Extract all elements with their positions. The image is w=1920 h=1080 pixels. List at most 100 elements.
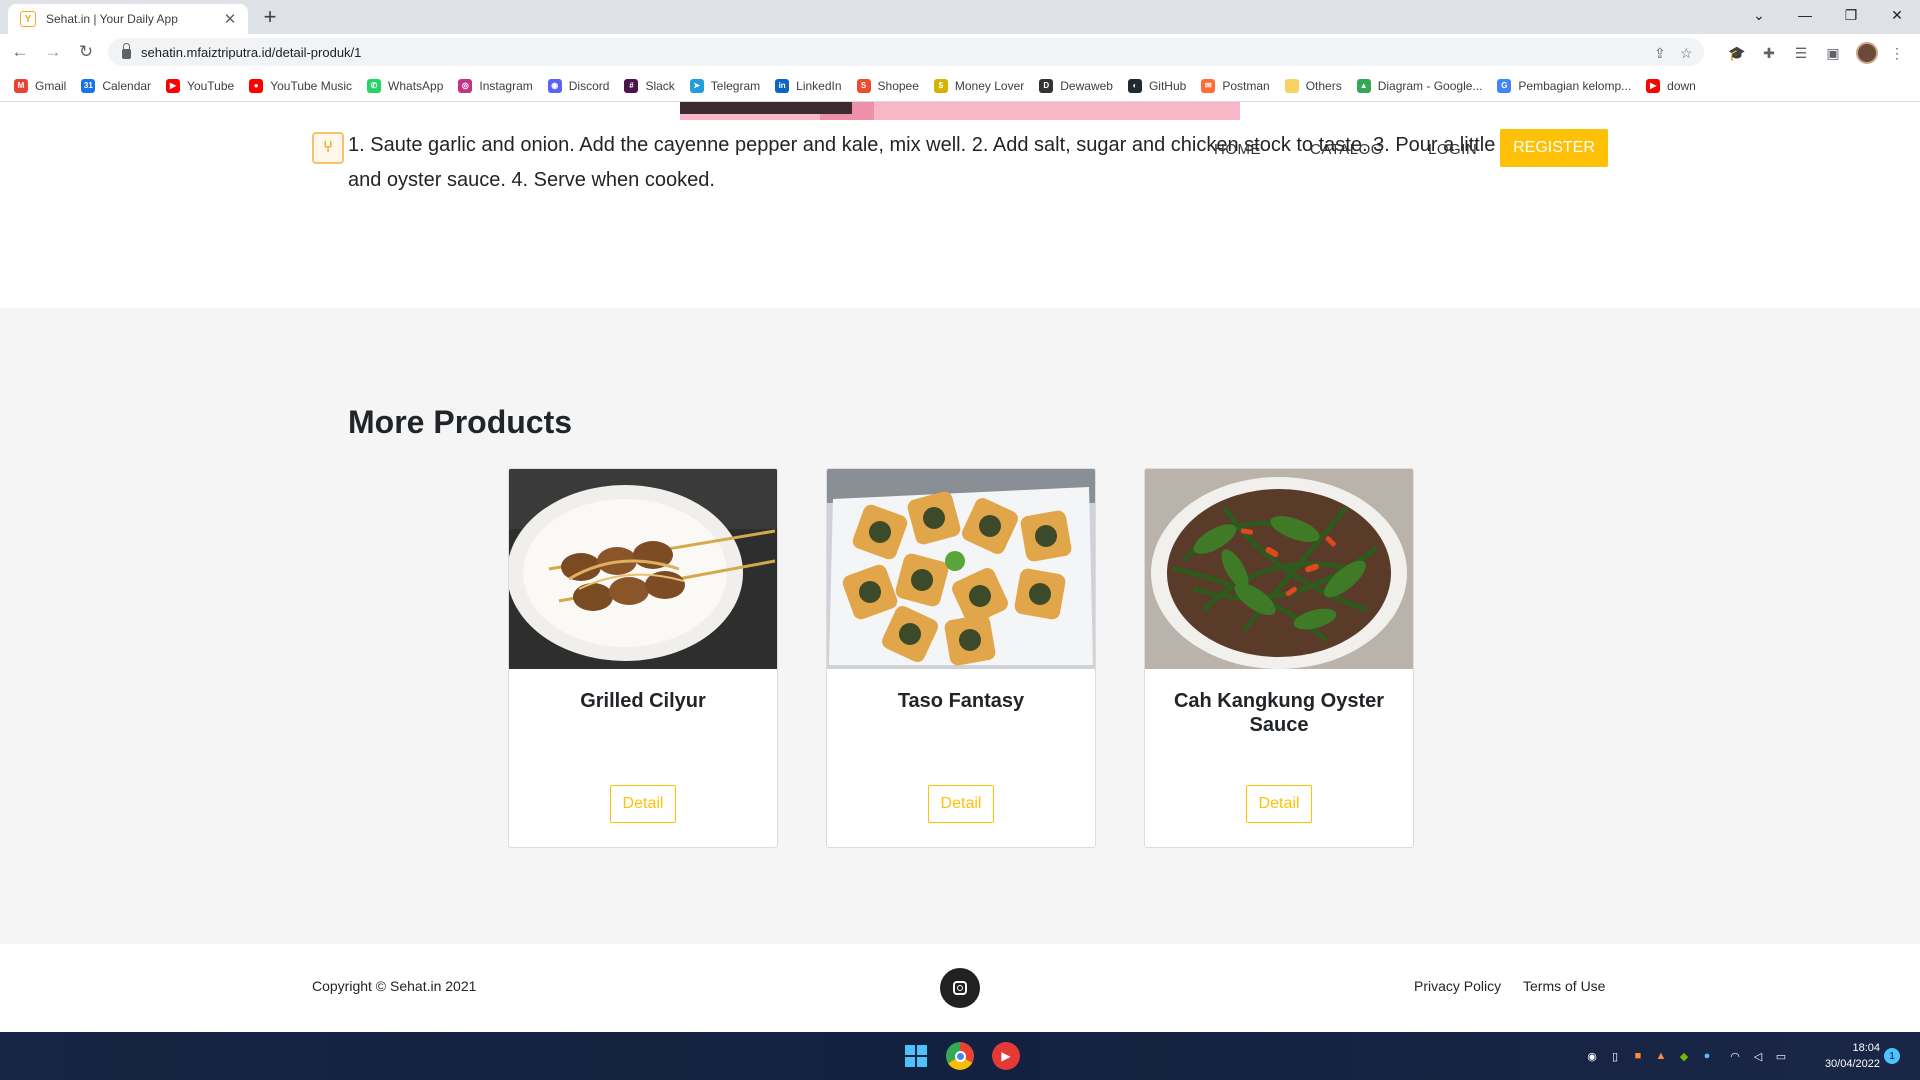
- battery-icon[interactable]: ▭: [1773, 1048, 1789, 1064]
- bookmark-item[interactable]: S Shopee: [856, 78, 919, 93]
- app-tray-icon[interactable]: ■: [1630, 1048, 1646, 1064]
- bookmark-item[interactable]: ▲ Diagram - Google...: [1356, 78, 1482, 93]
- bookmark-label: Telegram: [710, 78, 761, 93]
- bookmark-label: GitHub: [1148, 78, 1187, 93]
- address-bar[interactable]: sehatin.mfaiztriputra.id/detail-produk/1…: [108, 38, 1704, 66]
- product-detail-button[interactable]: Detail: [1246, 785, 1312, 823]
- postman-icon: ✉: [1201, 78, 1216, 93]
- money-lover-icon: $: [933, 78, 948, 93]
- bookmark-item[interactable]: M Gmail: [14, 78, 66, 93]
- browser-tab[interactable]: Y Sehat.in | Your Daily App ✕: [8, 4, 248, 34]
- bookmark-item[interactable]: $ Money Lover: [933, 78, 1025, 93]
- nav-catalog-link[interactable]: CATALOG: [1310, 141, 1383, 158]
- calendar-icon: 31: [81, 78, 96, 93]
- minimize-button[interactable]: —: [1782, 0, 1828, 30]
- tab-close-icon[interactable]: ✕: [222, 10, 238, 28]
- bookmark-item[interactable]: in LinkedIn: [775, 78, 842, 93]
- bookmark-item[interactable]: Others: [1284, 78, 1342, 93]
- product-card: Taso Fantasy Detail: [826, 468, 1096, 848]
- bookmark-item[interactable]: ● YouTube Music: [249, 78, 353, 93]
- bookmark-item[interactable]: ◎ Instagram: [458, 78, 533, 93]
- product-image-taso-fantasy[interactable]: [827, 469, 1095, 669]
- product-image-grilled-cilyur[interactable]: [509, 469, 777, 669]
- bookmark-label: YouTube Music: [270, 78, 353, 93]
- product-image-cah-kangkung[interactable]: [1145, 469, 1413, 669]
- bookmark-label: Instagram: [479, 78, 533, 93]
- dewaweb-icon: D: [1039, 78, 1054, 93]
- bookmark-item[interactable]: # Slack: [624, 78, 675, 93]
- bookmark-star-icon[interactable]: ☆: [1680, 45, 1693, 62]
- product-name: Taso Fantasy: [897, 690, 1025, 712]
- folder-icon: [1284, 78, 1299, 93]
- privacy-policy-link[interactable]: Privacy Policy: [1414, 978, 1501, 994]
- youtube-music-icon: ●: [249, 78, 264, 93]
- back-button[interactable]: ←: [10, 42, 30, 62]
- product-detail-button[interactable]: Detail: [928, 785, 994, 823]
- instagram-icon: [953, 981, 967, 995]
- product-detail-button[interactable]: Detail: [610, 785, 676, 823]
- menu-kebab-icon[interactable]: ⋮: [1886, 42, 1908, 64]
- hero-image-dark-edge: [680, 102, 852, 114]
- bookmark-label: Money Lover: [954, 78, 1025, 93]
- volume-icon[interactable]: ◁: [1750, 1048, 1766, 1064]
- register-button[interactable]: REGISTER: [1500, 129, 1608, 167]
- bookmark-item[interactable]: 31 Calendar: [81, 78, 152, 93]
- bookmark-label: LinkedIn: [796, 78, 842, 93]
- extensions-puzzle-icon[interactable]: ✚: [1758, 42, 1780, 64]
- reload-button[interactable]: ↻: [76, 42, 96, 62]
- bookmark-item[interactable]: ✆ WhatsApp: [367, 78, 444, 93]
- clock-time: 18:04: [1852, 1042, 1880, 1054]
- side-panel-icon[interactable]: ▣: [1822, 42, 1844, 64]
- nav-home-link[interactable]: HOME: [1214, 141, 1261, 158]
- lock-icon[interactable]: [122, 42, 131, 59]
- telegram-icon: ➤: [689, 78, 704, 93]
- windows-start-icon[interactable]: [902, 1042, 930, 1070]
- windows-taskbar: ▶ ◉ ▯ ■ ▲ ◆ ● ◠ ◁ ▭ 18:04 30/04/2022 1: [0, 1032, 1920, 1080]
- bookmark-item[interactable]: ◉ Discord: [547, 78, 609, 93]
- tab-title: Sehat.in | Your Daily App: [46, 12, 178, 26]
- vlc-tray-icon[interactable]: ▲: [1653, 1048, 1669, 1064]
- bookmark-label: Dewaweb: [1060, 78, 1113, 93]
- notification-badge[interactable]: 1: [1884, 1048, 1900, 1064]
- nav-login-link[interactable]: LOGIN: [1428, 141, 1477, 158]
- close-window-button[interactable]: ✕: [1874, 0, 1920, 30]
- share-icon[interactable]: ⇪: [1654, 45, 1666, 62]
- reading-list-icon[interactable]: ☰: [1790, 42, 1812, 64]
- browser-toolbar: ← → ↻ sehatin.mfaiztriputra.id/detail-pr…: [0, 34, 1920, 70]
- more-products-title: More Products: [348, 404, 573, 440]
- terms-of-use-link[interactable]: Terms of Use: [1523, 978, 1605, 994]
- bookmark-item[interactable]: ▶ down: [1646, 78, 1696, 93]
- url-text[interactable]: sehatin.mfaiztriputra.id/detail-produk/1: [141, 45, 361, 60]
- bookmark-item[interactable]: ▶ YouTube: [166, 78, 234, 93]
- discord-tray-icon[interactable]: ◉: [1584, 1048, 1600, 1064]
- instagram-icon: ◎: [458, 78, 473, 93]
- extension-graduation-icon[interactable]: 🎓: [1726, 42, 1748, 64]
- new-tab-button[interactable]: +: [258, 6, 282, 28]
- taskbar-clock[interactable]: 18:04 30/04/2022: [1800, 1040, 1880, 1072]
- youtube-icon: ▶: [166, 78, 181, 93]
- discord-icon: ◉: [547, 78, 562, 93]
- more-products-section: More Products Grilled Cilyur Detail Taso…: [0, 308, 1920, 944]
- footer-copyright: Copyright © Sehat.in 2021: [312, 978, 477, 994]
- youtube-music-taskbar-icon[interactable]: ▶: [992, 1042, 1020, 1070]
- bookmark-item[interactable]: D Dewaweb: [1039, 78, 1113, 93]
- nvidia-tray-icon[interactable]: ◆: [1676, 1048, 1692, 1064]
- forward-button[interactable]: →: [43, 42, 63, 62]
- instagram-link[interactable]: [940, 968, 980, 1008]
- tab-search-icon[interactable]: ⌄: [1736, 0, 1782, 30]
- security-tray-icon[interactable]: ●: [1699, 1048, 1715, 1064]
- bookmark-item[interactable]: ◐ GitHub: [1127, 78, 1187, 93]
- chrome-taskbar-icon[interactable]: [946, 1042, 974, 1070]
- profile-avatar[interactable]: [1856, 42, 1878, 64]
- bookmark-label: WhatsApp: [388, 78, 444, 93]
- sehatin-logo-icon[interactable]: ⑂: [312, 132, 344, 164]
- usb-tray-icon[interactable]: ▯: [1607, 1048, 1623, 1064]
- product-card: Cah Kangkung Oyster Sauce Detail: [1144, 468, 1414, 848]
- bookmark-item[interactable]: G Pembagian kelomp...: [1497, 78, 1631, 93]
- bookmark-item[interactable]: ✉ Postman: [1201, 78, 1270, 93]
- product-name: Cah Kangkung Oyster Sauce: [1173, 690, 1385, 736]
- bookmark-item[interactable]: ➤ Telegram: [689, 78, 761, 93]
- wifi-icon[interactable]: ◠: [1727, 1048, 1743, 1064]
- maximize-button[interactable]: ❐: [1828, 0, 1874, 30]
- bookmark-label: Calendar: [102, 78, 152, 93]
